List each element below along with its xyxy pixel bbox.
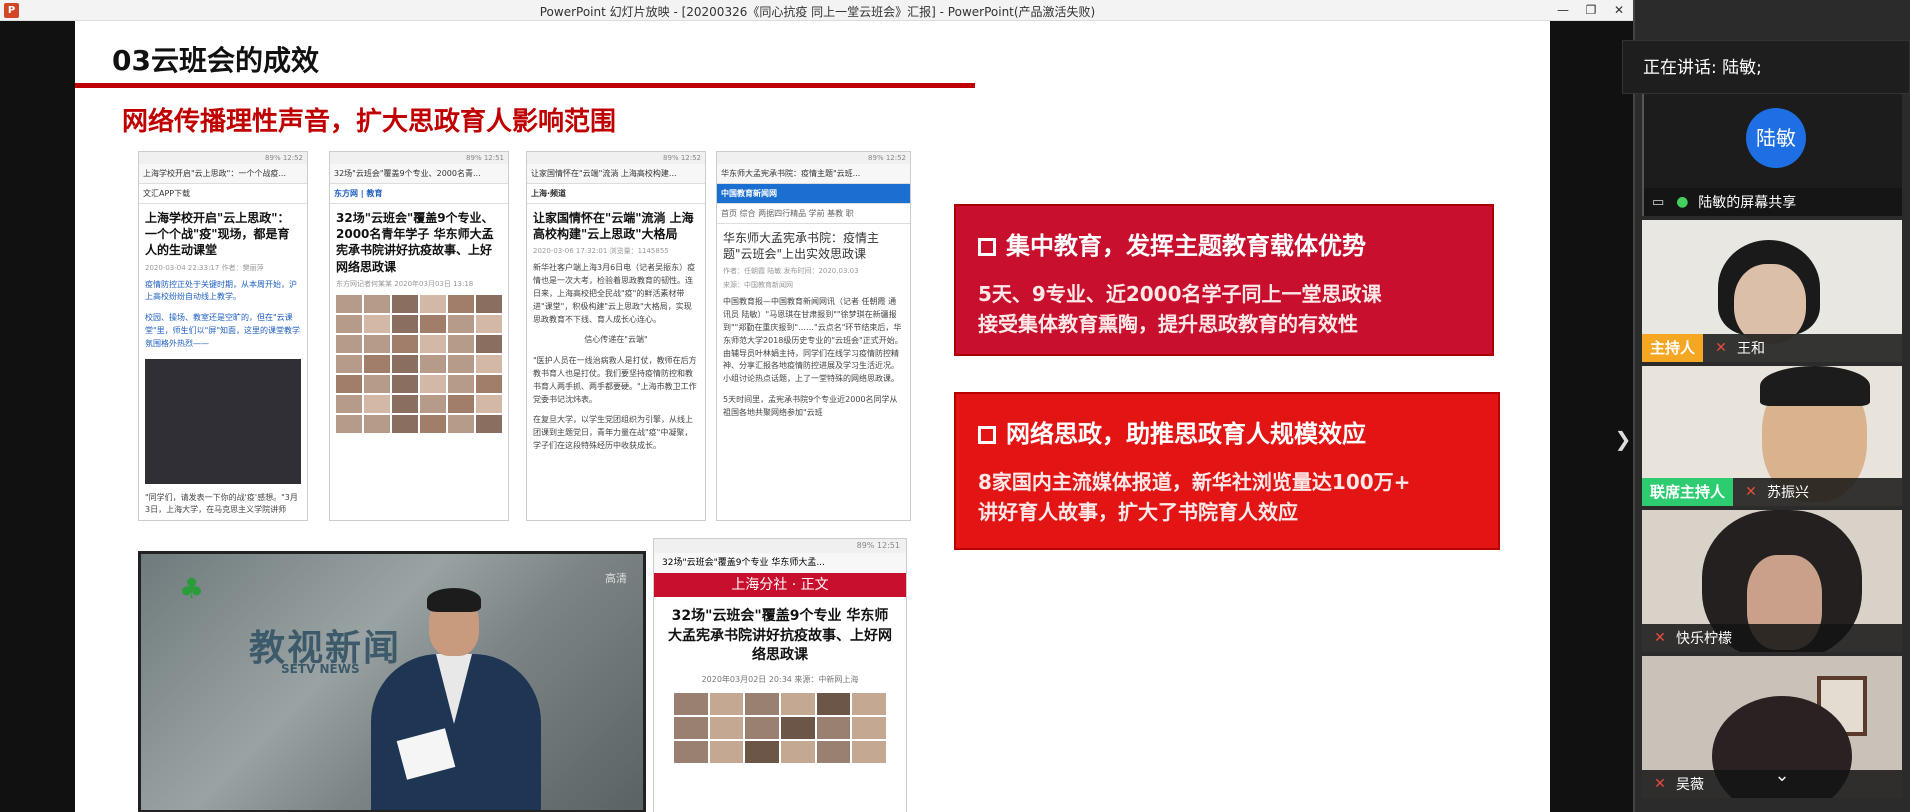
phone-source-bar: 上海·频道 (527, 184, 705, 204)
participant-name: 吴薇 (1676, 777, 1704, 793)
cohost-badge: 联席主持人 (1642, 478, 1734, 506)
news-headline: 华东师大孟宪承书院：疫情主题"云班会"上出实效思政课 (723, 231, 880, 262)
highlight-box-online-ideology: 网络思政，助推思政育人规模效应 8家国内主流媒体报道，新华社浏览量达100万+ … (954, 392, 1500, 550)
news-body: 信心传递在"云端" (584, 335, 648, 345)
participant-name: 陆敏的屏幕共享 (1698, 195, 1797, 211)
phone-source-bar: 东方网 | 教育 (330, 184, 508, 204)
slide-heading-rule (75, 83, 975, 88)
video-call-collage (336, 294, 502, 433)
highlight-box-title: 集中教育，发挥主题教育载体优势 (978, 226, 1470, 261)
slideshow-left-margin (0, 21, 75, 812)
highlight-box-title: 网络思政，助推思政育人规模效应 (978, 414, 1476, 449)
restore-button[interactable]: ❐ (1581, 1, 1601, 19)
news-headline: 32场"云班会"覆盖9个专业、2000名青年学子 华东师大孟宪承书院讲好抗疫故事… (336, 211, 494, 274)
phone-status-bar: 89% 12:52 (717, 152, 910, 164)
news-meta: 2020年03月02日 20:34 来源：中新网上海 (701, 674, 859, 684)
tv-program-logo-sub: SETV NEWS (281, 662, 360, 676)
participant-name: 快乐柠檬 (1676, 631, 1732, 647)
highlight-box-line: 8家国内主流媒体报道，新华社浏览量达100万+ (978, 470, 1411, 494)
news-screenshot-chinanews: 89% 12:51 32场"云班会"覆盖9个专业 华东师大孟... 上海分社 ·… (653, 538, 907, 812)
slide-heading: 03云班会的成效 (112, 44, 319, 77)
video-call-collage (674, 692, 886, 763)
news-body: 新华社客户端上海3月6日电（记者吴振东）疫情也是一次大考，检验着思政教育的韧性。… (533, 263, 696, 324)
checkbox-square-icon (978, 426, 996, 444)
checkbox-square-icon (978, 238, 996, 256)
slide: 03云班会的成效 网络传播理性声音，扩大思政育人影响范围 89% 12:52 上… (75, 21, 1550, 812)
phone-header: 华东师大孟宪承书院：疫情主题"云班... (717, 164, 910, 184)
mic-muted-icon: ✕ (1745, 484, 1757, 500)
phone-status-bar: 89% 12:52 (527, 152, 705, 164)
phone-status-bar: 89% 12:51 (330, 152, 508, 164)
news-meta: 2020-03-06 17:32:01 浏览量：1145855 (533, 247, 669, 256)
close-button[interactable]: ✕ (1609, 1, 1629, 19)
active-speaker-label: 正在讲话: 陆敏; (1622, 40, 1910, 94)
phone-status-bar: 89% 12:51 (654, 539, 906, 553)
phone-header: 32场"云班会"覆盖9个专业、2000名青... (330, 164, 508, 184)
window-title: PowerPoint 幻灯片放映 - [20200326《同心抗疫 同上一堂云班… (539, 5, 1096, 19)
news-screenshot-wenhui: 89% 12:52 上海学校开启"云上思政"：一个个战疫... 文汇APP下载 … (138, 151, 308, 521)
news-body: 校园、操场、教室还是空旷的，但在"云课堂"里，师生们以"屏"知面，这里的课堂教学… (145, 313, 301, 348)
phone-source-bar: 文汇APP下载 (139, 184, 307, 204)
news-body: 中国教育报—中国教育新闻网讯（记者 任朝霞 通讯员 陆敏）"马恩琪在甘肃报到""… (723, 297, 903, 384)
participant-tile[interactable]: 联席主持人 ✕ 苏振兴 (1642, 366, 1902, 506)
highlight-box-centralized-education: 集中教育，发挥主题教育载体优势 5天、9专业、近2000名学子同上一堂思政课 接… (954, 204, 1494, 356)
news-headline: 让家国情怀在"云端"流淌 上海高校构建"云上思政"大格局 (533, 211, 694, 242)
news-body: "医护人员在一线治病救人是打仗，教师在后方教书育人也是打仗。我们要坚持疫情防控和… (533, 356, 697, 404)
phone-source-bar: 上海分社 · 正文 (654, 573, 906, 597)
phone-header: 32场"云班会"覆盖9个专业 华东师大孟... (654, 553, 906, 573)
avatar: 陆敏 (1746, 108, 1806, 168)
news-screenshot-jyb: 89% 12:52 华东师大孟宪承书院：疫情主题"云班... 中国教育新闻网 首… (716, 151, 911, 521)
participant-tile[interactable]: 主持人 ✕ 王和 (1642, 220, 1902, 362)
news-body: 在复旦大学，以学生党团组织为引擎，从线上团课到主题党日，青年力量在战"疫"中凝聚… (533, 415, 693, 450)
phone-nav-tabs: 首页 综合 两据四行精品 学前 基教 职 (717, 204, 910, 224)
news-meta: 来源：中国教育新闻网 (723, 281, 793, 290)
slide-subheading: 网络传播理性声音，扩大思政育人影响范围 (122, 107, 617, 137)
minimize-button[interactable]: — (1553, 1, 1573, 19)
tv-news-screenshot: ♣ 教视新闻 SETV NEWS 高清 (138, 551, 646, 812)
participant-name: 苏振兴 (1767, 485, 1810, 501)
news-body: 疫情防控正处于关键时期，从本周开始，沪上高校纷纷自动线上教学。 (145, 279, 297, 302)
phone-source-bar: 中国教育新闻网 (717, 184, 910, 204)
phone-header: 让家国情怀在"云端"流淌 上海高校构建... (527, 164, 705, 184)
highlight-box-line: 讲好育人故事，扩大了书院育人效应 (978, 500, 1298, 524)
chevron-right-icon[interactable]: ❯ (1614, 426, 1632, 452)
host-badge: 主持人 (1642, 334, 1704, 362)
phone-status-bar: 89% 12:52 (139, 152, 307, 164)
chevron-down-icon[interactable]: ⌄ (1768, 762, 1796, 790)
news-meta: 2020-03-04 22:33:17 作者：樊丽萍 (145, 263, 264, 272)
news-meta: 作者：任朝霞 陆敏 发布时间：2020.03.03 (723, 267, 859, 276)
news-meta: 东方网记者何某某 2020年03月03日 13:18 (336, 279, 474, 288)
news-photo (145, 358, 301, 484)
news-screenshot-eastday: 89% 12:51 32场"云班会"覆盖9个专业、2000名青... 东方网 |… (329, 151, 509, 521)
mic-muted-icon: ✕ (1654, 776, 1666, 792)
participant-tile[interactable]: ✕ 快乐柠檬 (1642, 510, 1902, 652)
news-headline: 32场"云班会"覆盖9个专业 华东师大孟宪承书院讲好抗疫故事、上好网络思政课 (668, 608, 892, 664)
news-screenshot-xinhua: 89% 12:52 让家国情怀在"云端"流淌 上海高校构建... 上海·频道 让… (526, 151, 706, 521)
phone-header: 上海学校开启"云上思政"：一个个战疫... (139, 164, 307, 184)
news-headline: 上海学校开启"云上思政"：一个个战"疫"现场，都是育人的生动课堂 (145, 211, 290, 258)
participant-tile-sharer[interactable]: 陆敏 ▭ ● 陆敏的屏幕共享 (1642, 94, 1902, 216)
slideshow-right-margin (1550, 21, 1635, 812)
tv-corner-label: 高清 (605, 572, 627, 585)
highlight-box-line: 接受集体教育熏陶，提升思政教育的有效性 (978, 312, 1358, 336)
window-titlebar: P PowerPoint 幻灯片放映 - [20200326《同心抗疫 同上一堂… (0, 0, 1635, 21)
participant-name: 王和 (1737, 341, 1766, 357)
participant-video (1734, 264, 1806, 344)
mic-on-icon: ● (1676, 194, 1689, 210)
highlight-box-line: 5天、9专业、近2000名学子同上一堂思政课 (978, 282, 1382, 306)
screen-share-icon: ▭ (1652, 194, 1665, 210)
news-body: 5天时间里，孟宪承书院9个专业近2000名同学从祖国各地共聚网络参加"云班 (723, 394, 898, 417)
tv-channel-logo-icon: ♣ (179, 572, 205, 605)
mic-muted-icon: ✕ (1715, 340, 1727, 356)
news-body: "同学们，请发表一下你的战'疫'感想。"3月3日，上海大学，在马克思主义学院讲师 (145, 492, 298, 515)
mic-muted-icon: ✕ (1654, 630, 1666, 646)
